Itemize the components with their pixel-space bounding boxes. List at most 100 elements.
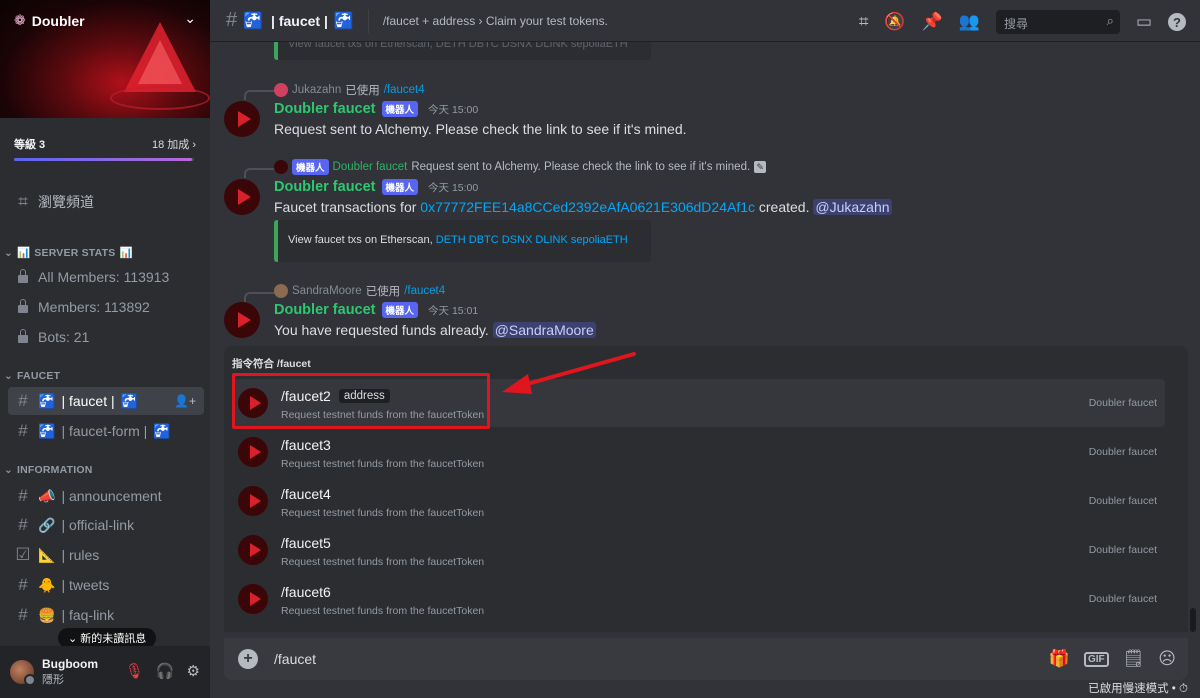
- member-list-icon[interactable]: 👥: [959, 12, 980, 32]
- category-information[interactable]: ⌄ INFORMATION: [4, 464, 93, 476]
- message-text-main: You have requested funds already.: [274, 322, 493, 338]
- channel-topic[interactable]: /faucet + address › Claim your test toke…: [383, 14, 608, 28]
- user-mention[interactable]: @Jukazahn: [813, 199, 892, 215]
- megaphone-icon: 📣: [38, 487, 56, 504]
- message-author[interactable]: Doubler faucet 機器人 今天 15:01: [274, 302, 478, 318]
- address-link[interactable]: 0x77772FEE14a8CCed2392eAfA0621E306dD24Af…: [420, 199, 755, 215]
- sidebar-item-official-link[interactable]: # 🔗 | official-link: [8, 511, 204, 539]
- server-name[interactable]: ❁ Doubler: [14, 12, 85, 29]
- timestamp: 今天 15:00: [428, 181, 479, 194]
- author-name: Doubler faucet: [274, 101, 376, 117]
- mute-notifications-icon[interactable]: 🔕: [884, 12, 905, 32]
- command-item-faucet4[interactable]: /faucet4 Request testnet funds from the …: [232, 477, 1165, 525]
- headphones-icon[interactable]: 🎧: [156, 662, 175, 680]
- reply-username: Doubler faucet: [332, 161, 408, 173]
- boost-level-row[interactable]: 等級 3 18 加成 ›: [14, 136, 196, 152]
- faucet-emoji-icon: 🚰: [153, 422, 171, 439]
- channel-title: | faucet |: [271, 12, 328, 29]
- user-mention[interactable]: @SandraMoore: [492, 322, 596, 338]
- add-member-icon[interactable]: 👤+: [174, 394, 196, 408]
- search-input[interactable]: 搜尋 ⌕: [995, 10, 1120, 34]
- category-label: FAUCET: [17, 370, 61, 382]
- sidebar-item-faucet[interactable]: # 🚰 | faucet | 🚰 👤+: [8, 387, 204, 415]
- avatar[interactable]: [224, 302, 260, 338]
- chevron-down-icon: ⌄: [4, 464, 13, 476]
- browse-channels[interactable]: ⌗ 瀏覽頻道: [8, 188, 204, 216]
- category-label: INFORMATION: [17, 464, 93, 476]
- avatar[interactable]: [224, 179, 260, 215]
- server-sidebar: ❁ Doubler ⌄ 等級 3 18 加成 › ⌗ 瀏覽頻道 ⌄ 📊 SERV…: [0, 0, 210, 698]
- pin-icon[interactable]: 📌: [922, 12, 943, 32]
- header-divider: [367, 8, 369, 33]
- command-item-faucet2[interactable]: /faucet2 address Request testnet funds f…: [232, 379, 1165, 427]
- boost-count: 18 加成 ›: [151, 139, 196, 151]
- command-description: Request testnet funds from the faucetTok…: [281, 409, 485, 421]
- embed-fragment-text: View faucet txs on Etherscan, DETH DBTC …: [288, 42, 628, 50]
- emoji-icon[interactable]: ☹: [1158, 649, 1176, 669]
- username: Bugboom: [42, 657, 98, 671]
- reply-connector: [244, 292, 276, 302]
- reply-preview[interactable]: Jukazahn 已使用 /faucet4: [274, 82, 425, 98]
- message-text-prefix: Faucet transactions for: [274, 199, 421, 215]
- message-composer[interactable]: + /faucet 🎁 GIF 🗒 ☹: [224, 638, 1188, 680]
- category-server-stats[interactable]: ⌄ 📊 SERVER STATS 📊: [4, 246, 133, 260]
- new-unread-button[interactable]: ⌄ 新的未讀訊息: [58, 628, 157, 648]
- help-icon[interactable]: ?: [1168, 13, 1186, 31]
- command-name: /faucet2 address: [281, 388, 390, 404]
- user-info[interactable]: Bugboom 隱形: [34, 657, 98, 687]
- add-attachment-button[interactable]: +: [238, 649, 258, 669]
- sidebar-item-label: Bots: 21: [38, 329, 90, 345]
- faucet-emoji-icon: 🚰: [333, 12, 354, 30]
- reply-preview[interactable]: 機器人 Doubler faucet Request sent to Alche…: [274, 159, 767, 175]
- gear-icon[interactable]: ⚙: [187, 662, 200, 680]
- user-panel: Bugboom 隱形 🎙 🎧 ⚙: [0, 646, 210, 698]
- mute-microphone-icon[interactable]: 🎙: [125, 662, 144, 680]
- command-item-faucet6[interactable]: /faucet6 Request testnet funds from the …: [232, 575, 1165, 623]
- sidebar-item-faq-link[interactable]: # 🍔 | faq-link: [8, 601, 204, 629]
- message-author[interactable]: Doubler faucet 機器人 今天 15:00: [274, 179, 478, 195]
- chart-icon: 📊: [17, 247, 31, 259]
- banner-ring: [110, 86, 210, 110]
- sidebar-item-tweets[interactable]: # 🐥 | tweets: [8, 571, 204, 599]
- hash-icon: #: [18, 421, 28, 440]
- author-name: Doubler faucet: [274, 302, 376, 318]
- hash-icon: #: [18, 515, 28, 534]
- command-item-faucet5[interactable]: /faucet5 Request testnet funds from the …: [232, 526, 1165, 574]
- gift-icon[interactable]: 🎁: [1049, 649, 1070, 669]
- sticker-icon[interactable]: 🗒: [1123, 649, 1145, 669]
- command-description: Request testnet funds from the faucetTok…: [281, 507, 485, 519]
- threads-icon[interactable]: ⌗: [859, 12, 869, 32]
- reply-action: 已使用: [345, 85, 380, 97]
- avatar[interactable]: [10, 660, 36, 686]
- embed-text: View faucet txs on Etherscan,: [288, 234, 436, 246]
- scrollbar[interactable]: [1190, 608, 1196, 632]
- triangle-ruler-icon: 📐: [38, 546, 56, 563]
- category-faucet[interactable]: ⌄ FAUCET: [4, 370, 60, 382]
- message-author[interactable]: Doubler faucet 機器人 今天 15:00: [274, 101, 478, 117]
- sidebar-item-rules[interactable]: ☑ 📐 | rules: [8, 541, 204, 569]
- etherscan-links[interactable]: DETH DBTC DSNX DLINK sepoliaETH: [436, 234, 628, 246]
- embed-fragment: View faucet txs on Etherscan, DETH DBTC …: [274, 42, 651, 60]
- message-input[interactable]: /faucet: [274, 651, 316, 667]
- gif-icon[interactable]: GIF: [1084, 651, 1109, 667]
- faucet-emoji-icon: 🚰: [243, 12, 264, 30]
- avatar[interactable]: [224, 101, 260, 137]
- bot-badge: 機器人: [381, 101, 419, 117]
- sidebar-item-all-members[interactable]: All Members: 113913: [8, 263, 204, 291]
- chevron-down-icon[interactable]: ⌄: [184, 10, 196, 27]
- reply-preview[interactable]: SandraMoore 已使用 /faucet4: [274, 283, 445, 299]
- command-description: Request testnet funds from the faucetTok…: [281, 458, 485, 470]
- command-option: address: [338, 389, 390, 403]
- command-label: /faucet5: [281, 535, 331, 551]
- server-banner[interactable]: ❁ Doubler ⌄: [0, 0, 210, 118]
- inbox-icon[interactable]: ▭: [1136, 12, 1152, 32]
- bird-icon: 🐥: [38, 576, 56, 593]
- command-item-faucet3[interactable]: /faucet3 Request testnet funds from the …: [232, 428, 1165, 476]
- chart-icon: 📊: [119, 247, 133, 259]
- sidebar-item-announcement[interactable]: # 📣 | announcement: [8, 482, 204, 510]
- command-autocomplete: 指令符合 /faucet /faucet2 address Request te…: [224, 346, 1188, 632]
- sidebar-item-members[interactable]: Members: 113892: [8, 293, 204, 321]
- sidebar-item-faucet-form[interactable]: # 🚰 | faucet-form | 🚰: [8, 417, 204, 445]
- sidebar-item-bots[interactable]: Bots: 21: [8, 323, 204, 351]
- reply-command: /faucet4: [383, 84, 425, 96]
